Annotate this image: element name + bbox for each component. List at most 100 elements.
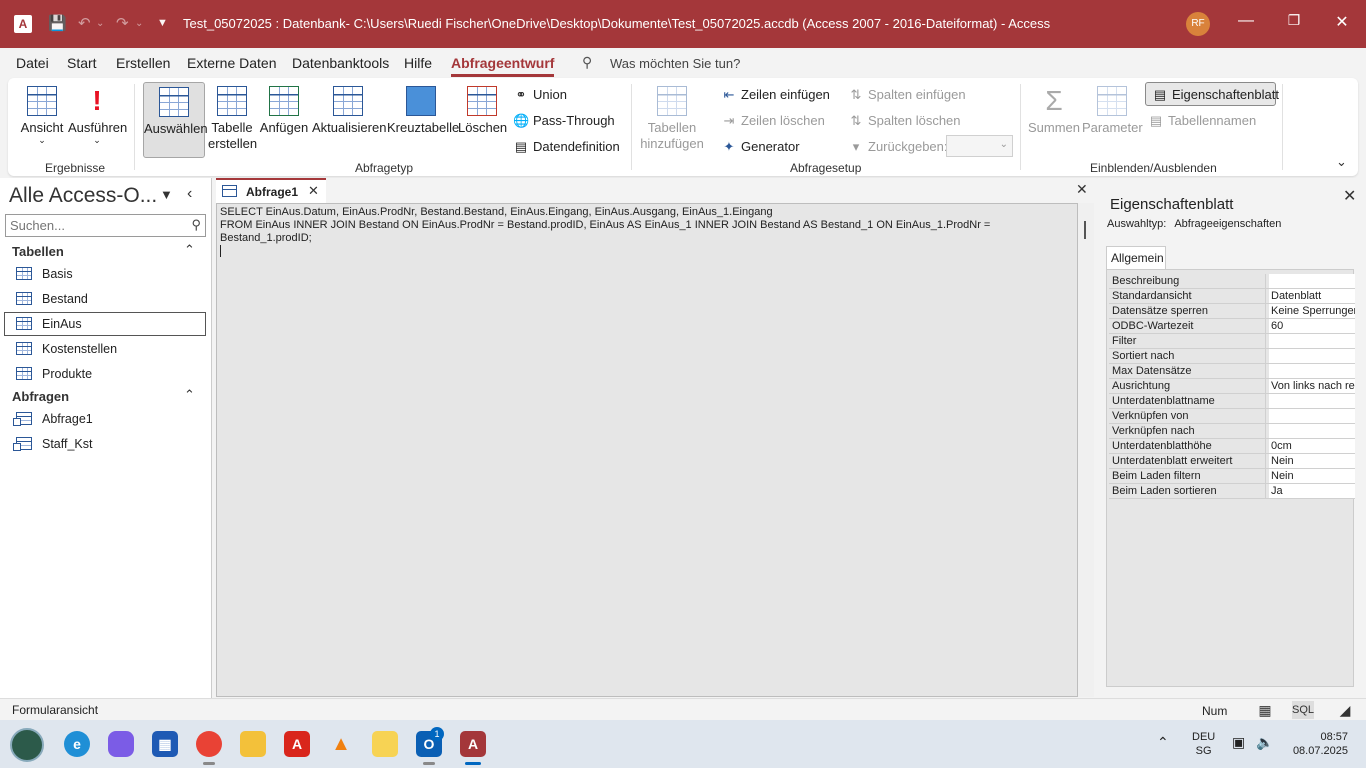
property-row[interactable]: Unterdatenblatthöhe 0cm: [1109, 439, 1355, 454]
zeilen-einfuegen-button[interactable]: ⇤ Zeilen einfügen: [721, 87, 830, 103]
zurueckgeben-dropdown[interactable]: ⌄: [946, 135, 1013, 157]
acrobat-icon[interactable]: A: [284, 731, 310, 757]
undo-icon[interactable]: ↶: [78, 14, 91, 32]
property-value[interactable]: [1269, 334, 1355, 348]
nav-item-staff-kst[interactable]: Staff_Kst: [4, 432, 206, 456]
property-value[interactable]: Nein: [1269, 454, 1355, 468]
nav-section-tabellen[interactable]: Tabellen ⌃: [0, 241, 212, 263]
spalten-einfuegen-button[interactable]: ⇅ Spalten einfügen: [848, 87, 966, 103]
tabellennamen-button[interactable]: ▤ Tabellennamen: [1148, 113, 1256, 129]
nav-item-kostenstellen[interactable]: Kostenstellen: [4, 337, 206, 361]
property-value[interactable]: Nein: [1269, 469, 1355, 483]
tabelle-erstellen-button[interactable]: Tabelle erstellen: [208, 86, 257, 152]
ausfuehren-button[interactable]: ! Ausführen ⌄: [68, 86, 127, 146]
property-row[interactable]: Filter: [1109, 334, 1355, 349]
sql-view-button[interactable]: SQL: [1292, 701, 1314, 719]
aktualisieren-button[interactable]: Aktualisieren: [312, 86, 386, 135]
search-icon[interactable]: ⚲: [582, 54, 592, 71]
tab-allgemein[interactable]: Allgemein: [1106, 246, 1166, 270]
union-button[interactable]: ⚭ Union: [513, 87, 567, 103]
spalten-loeschen-button[interactable]: ⇅ Spalten löschen: [848, 113, 961, 129]
tab-abfrageentwurf[interactable]: Abfrageentwurf: [451, 55, 555, 77]
start-orb-icon[interactable]: [10, 728, 44, 762]
kreuztabelle-button[interactable]: Kreuztabelle: [387, 86, 459, 135]
property-value[interactable]: Keine Sperrungen: [1269, 304, 1355, 318]
anfuegen-button[interactable]: Anfügen: [258, 86, 310, 135]
collapse-section-icon[interactable]: ⌃: [184, 242, 195, 258]
property-row[interactable]: Max Datensätze: [1109, 364, 1355, 379]
network-icon[interactable]: ▣: [1232, 734, 1245, 751]
restore-button[interactable]: ❐: [1284, 12, 1304, 29]
nav-pane-title[interactable]: Alle Access-O...: [9, 184, 157, 208]
language-indicator[interactable]: DEU SG: [1192, 730, 1215, 758]
undo-dropdown-icon[interactable]: ⌄: [96, 18, 104, 29]
parameter-button[interactable]: Parameter: [1082, 86, 1143, 135]
tab-datei[interactable]: Datei: [16, 55, 49, 71]
property-value[interactable]: Von links nach rechts: [1269, 379, 1355, 393]
property-row[interactable]: Sortiert nach: [1109, 349, 1355, 364]
close-tab-icon[interactable]: ✕: [308, 183, 319, 199]
loeschen-button[interactable]: Löschen: [458, 86, 507, 135]
property-value[interactable]: 60: [1269, 319, 1355, 333]
nav-item-abfrage1[interactable]: Abfrage1: [4, 407, 206, 431]
access-app-icon[interactable]: A: [14, 15, 32, 33]
close-document-icon[interactable]: ✕: [1076, 181, 1088, 198]
property-row[interactable]: Beim Laden filtern Nein: [1109, 469, 1355, 484]
collapse-section-icon[interactable]: ⌃: [184, 387, 195, 403]
vertical-scrollbar[interactable]: [1078, 203, 1094, 697]
zeilen-loeschen-button[interactable]: ⇥ Zeilen löschen: [721, 113, 825, 129]
save-icon[interactable]: 💾: [48, 14, 67, 32]
search-icon[interactable]: ⚲: [191, 217, 201, 233]
tab-erstellen[interactable]: Erstellen: [116, 55, 170, 71]
edge-icon[interactable]: e: [64, 731, 90, 757]
store-icon[interactable]: ▦: [152, 731, 178, 757]
nav-item-einaus[interactable]: EinAus: [4, 312, 206, 336]
property-row[interactable]: Unterdatenblatt erweitert Nein: [1109, 454, 1355, 469]
property-row[interactable]: Standardansicht Datenblatt: [1109, 289, 1355, 304]
tab-hilfe[interactable]: Hilfe: [404, 55, 432, 71]
minimize-button[interactable]: —: [1236, 12, 1256, 30]
property-row[interactable]: Beschreibung: [1109, 274, 1355, 289]
tell-me-search[interactable]: Was möchten Sie tun?: [610, 56, 740, 71]
sql-text[interactable]: SELECT EinAus.Datum, EinAus.ProdNr, Best…: [220, 206, 1020, 245]
property-value[interactable]: [1269, 424, 1355, 438]
ribbon-collapse-icon[interactable]: ⌄: [1336, 154, 1347, 170]
nav-collapse-icon[interactable]: ‹: [187, 185, 192, 203]
nav-search-box[interactable]: ⚲: [5, 214, 206, 237]
copilot-icon[interactable]: [108, 731, 134, 757]
notes-icon[interactable]: [372, 731, 398, 757]
property-row[interactable]: AusrichtungVon links nach rechts: [1109, 379, 1355, 394]
redo-icon[interactable]: ↷: [116, 14, 129, 32]
nav-item-basis[interactable]: Basis: [4, 262, 206, 286]
generator-button[interactable]: ✦ Generator: [721, 139, 800, 155]
nav-search-input[interactable]: [6, 215, 176, 236]
file-explorer-icon[interactable]: [240, 731, 266, 757]
tab-externe-daten[interactable]: Externe Daten: [187, 55, 277, 71]
property-value[interactable]: 0cm: [1269, 439, 1355, 453]
user-avatar[interactable]: RF: [1186, 12, 1210, 36]
property-value[interactable]: [1269, 274, 1355, 288]
eigenschaftenblatt-button[interactable]: ▤ Eigenschaftenblatt: [1145, 82, 1279, 106]
tab-start[interactable]: Start: [67, 55, 97, 71]
design-view-button[interactable]: ◢: [1334, 701, 1356, 719]
tab-datenbanktools[interactable]: Datenbanktools: [292, 55, 389, 71]
nav-item-produkte[interactable]: Produkte: [4, 362, 206, 386]
property-value[interactable]: [1269, 409, 1355, 423]
property-row[interactable]: Beim Laden sortieren Ja: [1109, 484, 1355, 499]
show-hidden-icons-chevron[interactable]: ⌃: [1157, 734, 1169, 751]
sql-editor[interactable]: SELECT EinAus.Datum, EinAus.ProdNr, Best…: [216, 203, 1078, 697]
clock[interactable]: 08:57 08.07.2025: [1288, 730, 1348, 758]
property-row[interactable]: Unterdatenblattname: [1109, 394, 1355, 409]
property-row[interactable]: ODBC-Wartezeit 60: [1109, 319, 1355, 334]
volume-icon[interactable]: 🔈: [1256, 734, 1273, 751]
vlc-icon[interactable]: ▲: [328, 731, 354, 757]
property-value[interactable]: Ja: [1269, 484, 1355, 498]
ansicht-button[interactable]: Ansicht ⌄: [20, 86, 64, 146]
outlook-icon[interactable]: O 1: [416, 727, 444, 765]
scrollbar-thumb[interactable]: [1084, 221, 1086, 239]
access-taskbar-icon[interactable]: A: [460, 731, 486, 765]
tab-abfrage1[interactable]: Abfrage1 ✕: [216, 178, 326, 203]
datasheet-view-button[interactable]: ▦: [1254, 701, 1276, 719]
summen-button[interactable]: Σ Summen: [1028, 86, 1080, 136]
property-value[interactable]: Datenblatt: [1269, 289, 1355, 303]
